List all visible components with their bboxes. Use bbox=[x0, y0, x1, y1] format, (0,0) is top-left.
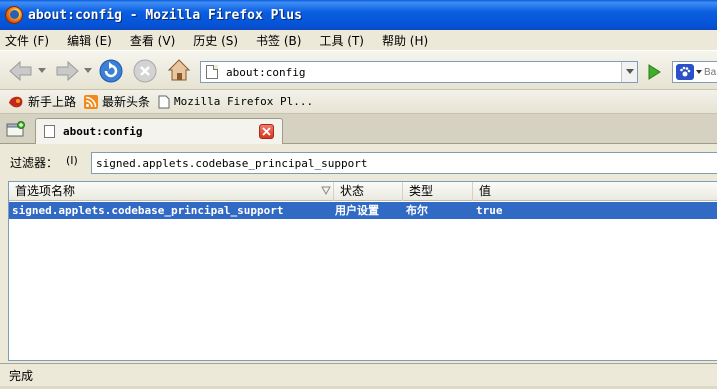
bookmarks-toolbar: 新手上路 最新头条 Mozilla Firefox Pl... bbox=[0, 90, 717, 114]
bookmark-label: 最新头条 bbox=[102, 95, 151, 109]
back-history-dropdown[interactable] bbox=[38, 66, 46, 76]
menu-edit[interactable]: 编辑 (E) bbox=[67, 32, 112, 49]
new-tab-button[interactable] bbox=[5, 120, 27, 138]
cell-status: 用户设置 bbox=[335, 204, 379, 217]
filter-accesskey: (I) bbox=[66, 154, 78, 167]
filter-input[interactable] bbox=[91, 152, 717, 174]
menu-help[interactable]: 帮助 (H) bbox=[382, 32, 428, 49]
cell-preference-name: signed.applets.codebase_principal_suppor… bbox=[12, 204, 284, 217]
menu-history[interactable]: 历史 (S) bbox=[193, 32, 238, 49]
menu-view[interactable]: 查看 (V) bbox=[130, 32, 175, 49]
new-tab-icon bbox=[6, 121, 25, 137]
rss-feed-icon bbox=[84, 94, 99, 109]
window-title: about:config - Mozilla Firefox Plus bbox=[28, 7, 302, 23]
preferences-table: 首选项名称 状态 类型 值 signed.applets.codebase_pr… bbox=[8, 181, 717, 361]
column-header-value[interactable]: 值 bbox=[473, 182, 717, 201]
title-bar: about:config - Mozilla Firefox Plus bbox=[0, 0, 717, 30]
search-engine-icon[interactable] bbox=[676, 64, 694, 80]
chevron-down-icon bbox=[84, 68, 92, 73]
cell-type: 布尔 bbox=[406, 204, 428, 217]
page-icon bbox=[158, 95, 170, 108]
page-icon bbox=[44, 125, 55, 138]
navigation-toolbar bbox=[0, 50, 717, 90]
stop-button[interactable] bbox=[132, 58, 158, 84]
status-text: 完成 bbox=[9, 369, 34, 383]
search-box[interactable] bbox=[672, 61, 717, 83]
back-button[interactable] bbox=[8, 60, 34, 82]
table-row[interactable]: signed.applets.codebase_principal_suppor… bbox=[9, 202, 717, 219]
status-bar: 完成 bbox=[0, 363, 717, 389]
close-icon bbox=[262, 127, 271, 136]
bookmark-mozilla-firefox[interactable]: Mozilla Firefox Pl... bbox=[158, 95, 313, 109]
go-button[interactable] bbox=[643, 61, 665, 83]
filter-label: 过滤器： bbox=[10, 156, 59, 170]
url-input[interactable] bbox=[226, 65, 606, 79]
filter-bar: 过滤器： (I) bbox=[0, 144, 717, 180]
chevron-down-icon bbox=[696, 69, 702, 74]
sort-indicator-icon bbox=[321, 186, 331, 196]
column-header-preference-name[interactable]: 首选项名称 bbox=[9, 182, 334, 201]
bookmark-label: 新手上路 bbox=[28, 95, 77, 109]
play-arrow-icon bbox=[648, 64, 661, 80]
column-header-status[interactable]: 状态 bbox=[334, 182, 403, 201]
forward-history-dropdown[interactable] bbox=[84, 66, 92, 76]
chevron-down-icon bbox=[38, 68, 46, 73]
close-tab-button[interactable] bbox=[259, 124, 274, 139]
menu-bar: 文件 (F) 编辑 (E) 查看 (V) 历史 (S) 书签 (B) 工具 (T… bbox=[0, 30, 717, 50]
firefox-bookmark-icon bbox=[9, 96, 23, 107]
url-history-dropdown[interactable] bbox=[621, 62, 637, 82]
home-button[interactable] bbox=[166, 57, 192, 83]
cell-value: true bbox=[476, 204, 503, 217]
tab-strip: about:config bbox=[0, 114, 717, 144]
stop-icon bbox=[133, 59, 157, 83]
page-icon bbox=[206, 65, 218, 79]
menu-file[interactable]: 文件 (F) bbox=[5, 32, 49, 49]
bookmark-label: Mozilla Firefox Pl... bbox=[174, 95, 314, 108]
menu-tools[interactable]: 工具 (T) bbox=[319, 32, 364, 49]
reload-button[interactable] bbox=[98, 58, 124, 84]
table-header: 首选项名称 状态 类型 值 bbox=[9, 182, 717, 201]
back-arrow-icon bbox=[9, 60, 32, 82]
tab-about-config[interactable]: about:config bbox=[35, 118, 283, 144]
firefox-logo-icon bbox=[5, 6, 23, 24]
address-bar[interactable] bbox=[200, 61, 638, 83]
forward-arrow-icon bbox=[56, 60, 79, 82]
bookmark-latest-headlines[interactable]: 最新头条 bbox=[84, 93, 150, 110]
bookmark-getting-started[interactable]: 新手上路 bbox=[8, 93, 76, 110]
paw-icon bbox=[680, 66, 691, 77]
search-input[interactable] bbox=[704, 66, 717, 78]
menu-bookmarks[interactable]: 书签 (B) bbox=[256, 32, 301, 49]
tab-label: about:config bbox=[63, 125, 143, 138]
forward-button[interactable] bbox=[54, 60, 80, 82]
column-header-type[interactable]: 类型 bbox=[403, 182, 473, 201]
home-icon bbox=[167, 59, 191, 81]
chevron-down-icon bbox=[625, 69, 634, 74]
reload-icon bbox=[99, 59, 123, 83]
